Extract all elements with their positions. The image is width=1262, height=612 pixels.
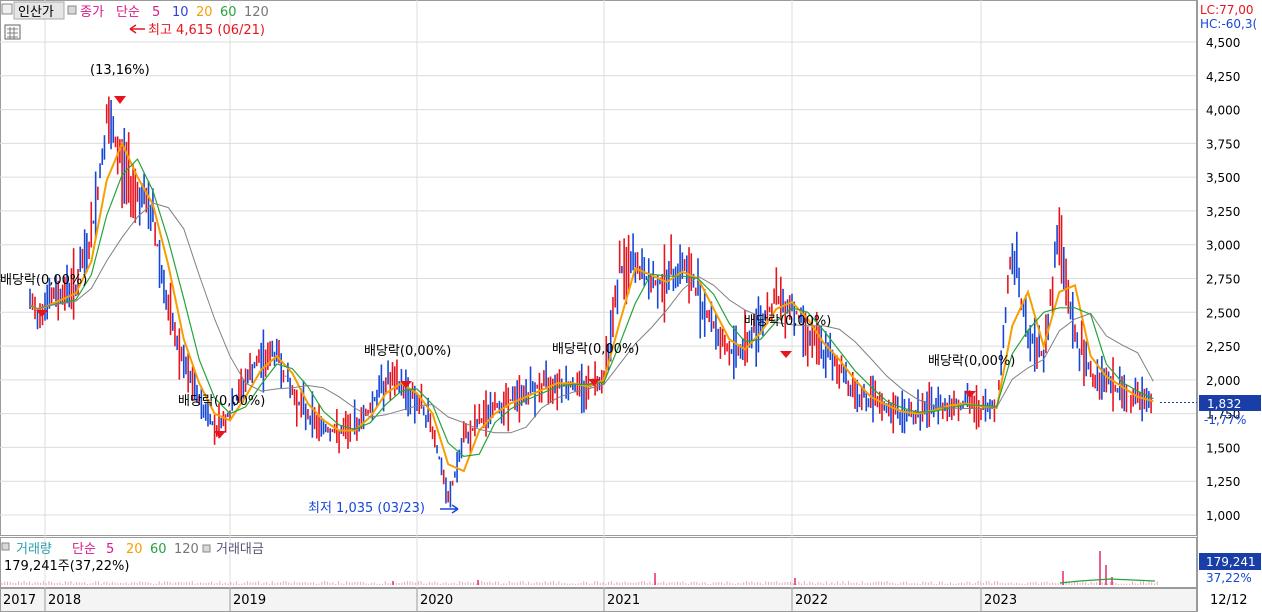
y-tick-label: 1,500 <box>1206 441 1240 455</box>
y-tick-label: 4,250 <box>1206 70 1240 84</box>
y-tick-label: 2,750 <box>1206 273 1240 287</box>
volume-ma5: 5 <box>106 542 114 557</box>
legend-square-icon <box>67 5 77 15</box>
x-tick-label: 2018 <box>48 593 81 608</box>
ex-dividend-label: 배당락(0,00%) <box>552 342 639 357</box>
x-tick-label: 2022 <box>795 593 828 608</box>
y-tick-label: 2,500 <box>1206 306 1240 320</box>
x-tick-label: 2023 <box>984 593 1017 608</box>
y-tick-label: 3,750 <box>1206 137 1240 151</box>
x-tick-label: 2019 <box>233 593 266 608</box>
menu-square-icon[interactable] <box>1 3 13 15</box>
volume-info: 179,241주(37,22%) <box>4 559 129 574</box>
legend-ma5: 5 <box>152 5 160 20</box>
y-tick-label: 1,250 <box>1206 475 1240 489</box>
legend-ma120: 120 <box>244 5 269 20</box>
ex-dividend-label: 배당락(0,00%) <box>928 354 1015 369</box>
stock-chart: 1,0001,2501,5001,7502,0002,2502,5002,750… <box>0 0 1262 612</box>
x-end-label: 12/12 <box>1210 593 1247 608</box>
ex-dividend-label: 배당락(0,00%) <box>364 344 451 359</box>
volume-ma20: 20 <box>126 542 143 557</box>
volume-badge-value: 179,241 <box>1206 555 1256 569</box>
x-axis-strip <box>0 588 1197 612</box>
y-tick-label: 2,000 <box>1206 374 1240 388</box>
y-tick-label: 3,500 <box>1206 171 1240 185</box>
high-annotation: 최고 4,615 (06/21) <box>148 23 265 38</box>
volume-badge-pct: 37,22% <box>1206 571 1252 585</box>
volume-ma60: 60 <box>150 542 167 557</box>
current-price-value: 1,832 <box>1207 397 1241 411</box>
legend-price-label: 종가 <box>80 5 104 20</box>
ex-dividend-label: 배당락(0,00%) <box>0 273 87 288</box>
volume-title: 거래량 <box>16 542 52 557</box>
ex-dividend-pct: (13,16%) <box>90 63 150 78</box>
legend-ma60: 60 <box>220 5 237 20</box>
volume-ma-type: 단순 <box>72 542 96 557</box>
y-tick-label: 4,000 <box>1206 104 1240 118</box>
hc-label: HC:-60,3( <box>1200 17 1257 31</box>
volume-menu-icon[interactable] <box>1 542 10 551</box>
ex-dividend-label: 배당락(0,00%) <box>178 394 265 409</box>
lc-label: LC:77,00 <box>1200 3 1253 17</box>
legend-ma10: 10 <box>172 5 189 20</box>
x-tick-label: 2021 <box>607 593 640 608</box>
legend-ma-type: 단순 <box>116 5 140 20</box>
y-tick-label: 3,000 <box>1206 239 1240 253</box>
y-tick-label: 4,500 <box>1206 36 1240 50</box>
amount-menu-icon <box>202 544 211 553</box>
ex-dividend-label: 배당락(0,00%) <box>744 314 831 329</box>
y-tick-label: 3,250 <box>1206 205 1240 219</box>
current-price-change: -1,77% <box>1204 413 1246 427</box>
low-annotation: 최저 1,035 (03/23) <box>308 501 425 516</box>
y-tick-label: 1,000 <box>1206 509 1240 523</box>
x-tick-label: 2017 <box>3 593 36 608</box>
stock-name: 인산가 <box>18 5 54 20</box>
y-tick-labels: 1,0001,2501,5001,7502,0002,2502,5002,750… <box>1206 36 1240 523</box>
amount-label: 거래대금 <box>216 542 264 557</box>
y-tick-label: 2,250 <box>1206 340 1240 354</box>
grid-toggle-icon-lines <box>7 27 18 39</box>
x-tick-label: 2020 <box>420 593 453 608</box>
legend-ma20: 20 <box>196 5 213 20</box>
volume-ma120: 120 <box>174 542 199 557</box>
